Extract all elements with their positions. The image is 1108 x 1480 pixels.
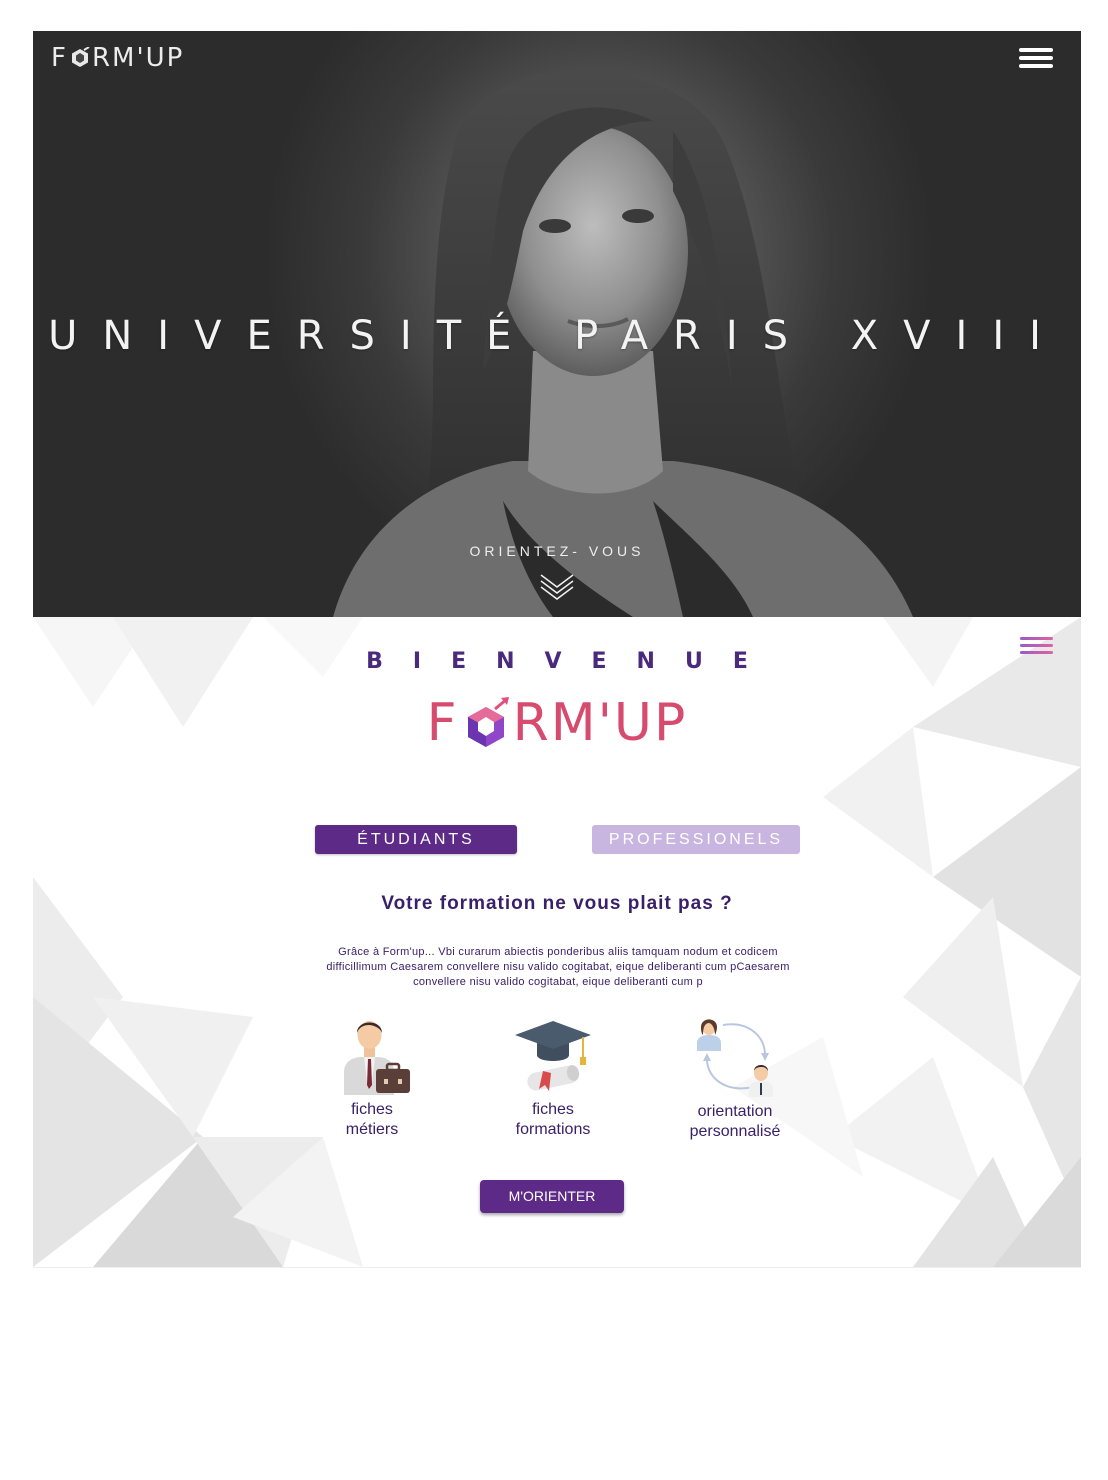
hamburger-menu-icon[interactable] <box>1019 48 1053 70</box>
feature-label-line1: orientation <box>697 1103 773 1120</box>
header-logo[interactable]: F RM'UP <box>51 43 184 73</box>
graduation-cap-diploma-icon <box>515 1021 591 1091</box>
logo-mark-icon <box>71 47 90 67</box>
logo-text-end: RM'UP <box>91 43 185 73</box>
hero-section: F RM'UP UNIVERSITÉ PARIS XVIII ORIENTEZ-… <box>33 31 1081 617</box>
feature-label-line2: personnalisé <box>689 1123 781 1140</box>
double-chevron-down-icon[interactable] <box>539 571 575 603</box>
feature-orientation-personnalise[interactable]: orientation personnalisé <box>673 1017 797 1142</box>
tab-professionels[interactable]: PROFESSIONELS <box>592 825 800 854</box>
brand-text-start: F <box>426 693 459 753</box>
businessman-briefcase-icon <box>344 1021 410 1095</box>
logo-text-start: F <box>51 43 68 73</box>
section-question: Votre formation ne vous plait pas ? <box>381 893 733 914</box>
brand-mark-icon <box>467 697 509 747</box>
brand-logo: F RM'UP <box>33 693 1081 753</box>
feature-label-line1: fiches <box>532 1101 574 1118</box>
feature-label-line2: formations <box>515 1121 591 1138</box>
hero-cta-text[interactable]: ORIENTEZ- VOUS <box>33 543 1081 559</box>
feature-fiches-metiers[interactable]: fiches métiers <box>327 1017 417 1140</box>
orienter-button[interactable]: M'ORIENTER <box>480 1180 624 1213</box>
feature-label-line1: fiches <box>351 1101 393 1118</box>
tab-etudiants[interactable]: ÉTUDIANTS <box>315 825 517 854</box>
hero-title: UNIVERSITÉ PARIS XVIII <box>48 313 1066 359</box>
section-description: Grâce à Form'up... Vbi curarum abiectis … <box>326 946 790 988</box>
feature-label-line2: métiers <box>345 1121 399 1138</box>
people-exchange-icon <box>697 1019 773 1097</box>
feature-fiches-formations[interactable]: fiches formations <box>498 1017 608 1140</box>
brand-text-end: RM'UP <box>512 693 688 753</box>
welcome-section: BIENVENUE F RM'UP ÉTUDIANTS PROFESSIONEL… <box>33 617 1081 1268</box>
welcome-heading: BIENVENUE <box>366 649 778 674</box>
